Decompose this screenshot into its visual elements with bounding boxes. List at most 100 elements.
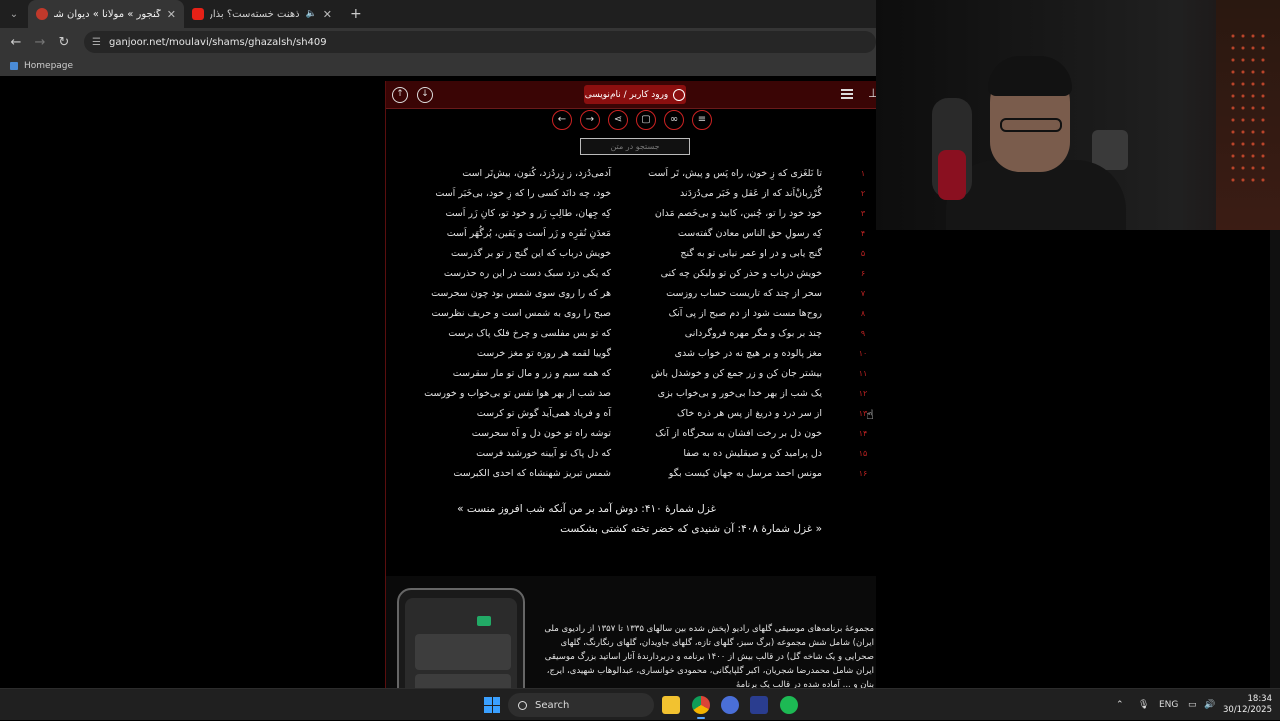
app-icon[interactable] <box>750 696 768 714</box>
new-tab-button[interactable]: + <box>340 6 372 22</box>
close-tab-icon[interactable]: ✕ <box>167 8 176 21</box>
search-icon <box>518 700 527 710</box>
verse-number[interactable]: ۹ <box>856 329 870 338</box>
verse-number[interactable]: ۳ <box>856 209 870 218</box>
poem-toolbar: ← → ⋖ ▢ ∞ ≡ <box>552 110 712 130</box>
show-hidden-icons[interactable]: ⌃ <box>1116 689 1124 721</box>
clock-date: 30/12/2025 <box>1223 705 1272 715</box>
app-icon[interactable] <box>721 696 739 714</box>
tab-ganjoor[interactable]: گنجور » مولانا » دیوان شمس » غز ✕ <box>28 0 184 28</box>
bookmarks-bar: Homepage <box>0 56 876 76</box>
app-card <box>415 674 511 688</box>
share-icon[interactable]: ⋖ <box>608 110 628 130</box>
bookmark-icon <box>10 62 18 70</box>
verse-row[interactable]: ۹ چند بر بوک و مگر مهره فروگردانی که تو بس… <box>386 326 876 346</box>
verse-first-hemistich: مونس احمد مرسل به جهان کیست بگو <box>668 468 822 479</box>
verse-first-hemistich: مغز پالوده و بر هیچ نه در خواب شدی <box>674 348 822 359</box>
verse-second-hemistich: مَعدَنِ نُقرِه و زَر اَست و یَقین، پُرگُ… <box>446 228 611 239</box>
verse-second-hemistich: صد شب از بهر هوا نفس تو بی‌خواب و خورست <box>424 388 611 399</box>
verse-row[interactable]: ۱۳ از سر درد و دریغ از پس هر ذره خاک آه و … <box>386 406 876 426</box>
site-info-icon[interactable]: ☰ <box>92 37 101 48</box>
tab-search-button[interactable]: ⌄ <box>0 0 28 28</box>
christmas-lights <box>1228 30 1268 190</box>
golha-promo-banner[interactable]: مجموعهٔ برنامه‌های موسیقی گلهای رادیو (پ… <box>386 576 876 688</box>
verse-row[interactable]: ۱۲ یک شب از بهر خدا بی‌خور و بی‌خواب بزی ص… <box>386 386 876 406</box>
scrollbar[interactable] <box>1270 230 1280 688</box>
list-icon[interactable]: ≡ <box>692 110 712 130</box>
spotify-icon[interactable] <box>780 696 798 714</box>
verse-row[interactable]: ۲ گُرْزبانْ‌اَند که از عَقل و خَبَر می‌دُ… <box>386 186 876 206</box>
network-icon[interactable]: ▭ <box>1188 689 1197 721</box>
verse-first-hemistich: سحر از چند که تاریست حساب روزست <box>666 288 822 299</box>
clock[interactable]: 18:34 30/12/2025 <box>1222 694 1272 716</box>
verse-row[interactable]: ۳ خود خود را تو، چُنین، کابید و بی‌خَصم م… <box>386 206 876 226</box>
verse-number[interactable]: ۱۲ <box>856 389 870 398</box>
verse-row[interactable]: ۸ روح‌ها مست شود از دم صبح از پی آنک صبح ر… <box>386 306 876 326</box>
back-arrow-icon[interactable]: ← <box>4 35 28 50</box>
verse-first-hemistich: خون دل بر رخت افشان به سحرگاه از آنک <box>655 428 822 439</box>
verse-row[interactable]: ۱۵ دل پرامید کن و صیقلیش ده به صفا که دل پ… <box>386 446 876 466</box>
verse-number[interactable]: ۱۱ <box>856 369 870 378</box>
pin-icon[interactable]: ⊥ <box>868 86 876 100</box>
verse-first-hemistich: تا نَلغَزی که زِ خون، راه پَس و پیش، تَر… <box>648 168 822 179</box>
speaker-icon[interactable]: 🔈 <box>306 9 317 19</box>
verse-number[interactable]: ۱۵ <box>856 449 870 458</box>
chrome-icon[interactable] <box>692 696 710 719</box>
verse-row[interactable]: ۱۱ بیشتر جان کن و زر جمع کن و خوشدل باش که… <box>386 366 876 386</box>
tab-youtube[interactable]: ذهنت خسته‌ست؟ بذار بارون 🔈 ✕ <box>184 0 340 28</box>
verse-row[interactable]: ۶ خویش درباب و حذر کن تو ولیکن چه کنی که ی… <box>386 266 876 286</box>
clock-time: 18:34 <box>1247 694 1273 704</box>
verse-number[interactable]: ۱۴ <box>856 429 870 438</box>
verse-row[interactable]: ۴ کِه رسولِ حق الناس معادن گفته‌ست مَعدَنِ… <box>386 226 876 246</box>
verse-first-hemistich: چند بر بوک و مگر مهره فروگردانی <box>684 328 822 339</box>
verse-row[interactable]: ۱ تا نَلغَزی که زِ خون، راه پَس و پیش، تَ… <box>386 166 876 186</box>
hamburger-menu-icon[interactable] <box>841 89 853 99</box>
volume-icon[interactable]: 🔊 <box>1204 689 1215 721</box>
verse-number[interactable]: ۵ <box>856 249 870 258</box>
verse-number[interactable]: ۲ <box>856 189 870 198</box>
verse-row[interactable]: ۱۰ مغز پالوده و بر هیچ نه در خواب شدی گویی… <box>386 346 876 366</box>
scroll-down-icon[interactable]: ↓ <box>417 87 433 103</box>
verse-first-hemistich: از سر درد و دریغ از پس هر ذره خاک <box>676 408 822 419</box>
verse-number[interactable]: ۱۰ <box>856 349 870 358</box>
verse-second-hemistich: توشه راه تو خون دل و آه سحرست <box>471 428 611 439</box>
next-ghazal-link[interactable]: غزل شمارهٔ ۴۱۰: دوش آمد بر من آنکه شب اف… <box>446 503 716 515</box>
verse-row[interactable]: ۷ سحر از چند که تاریست حساب روزست هر که را… <box>386 286 876 306</box>
verse-number[interactable]: ۸ <box>856 309 870 318</box>
address-bar[interactable]: ☰ ganjoor.net/moulavi/shams/ghazalsh/sh4… <box>84 31 876 53</box>
verse-number[interactable]: ۱ <box>856 169 870 178</box>
windows-taskbar: Search ⌃ 🎙 ENG ▭ 🔊 18:34 30/12/2025 <box>0 688 1280 720</box>
verse-number[interactable]: ۱۶ <box>856 469 870 478</box>
microphone-icon[interactable]: 🎙 <box>1138 689 1149 721</box>
verse-row[interactable]: ۱۶ مونس احمد مرسل به جهان کیست بگو شمس تبر… <box>386 466 876 486</box>
next-poem-icon[interactable]: → <box>580 110 600 130</box>
close-tab-icon[interactable]: ✕ <box>323 8 332 21</box>
verse-number[interactable]: ۷ <box>856 289 870 298</box>
ganjoor-favicon-icon <box>36 8 48 20</box>
verse-number[interactable]: ۴ <box>856 229 870 238</box>
previous-ghazal-link[interactable]: « غزل شمارهٔ ۴۰۸: آن شنیدی که خضر تخته ک… <box>526 523 822 535</box>
verse-second-hemistich: صبح را روی به شمس است و حریف نظرست <box>431 308 611 319</box>
verse-number[interactable]: ۶ <box>856 269 870 278</box>
taskbar-search[interactable]: Search <box>508 693 654 717</box>
language-indicator[interactable]: ENG <box>1159 689 1178 721</box>
scroll-up-icon[interactable]: ↑ <box>392 87 408 103</box>
verse-second-hemistich: که دل پاک تو آیینه خورشید فرست <box>476 448 611 459</box>
verse-second-hemistich: که یکی دزد سبک دست در این ره حذرست <box>443 268 611 279</box>
bookmark-homepage[interactable]: Homepage <box>24 61 73 71</box>
login-button[interactable]: ورود کاربر / نام‌نویسی <box>584 85 686 104</box>
search-in-text-input[interactable]: جستجو در متن <box>580 138 690 155</box>
file-explorer-icon[interactable] <box>662 696 680 714</box>
verse-row[interactable]: ۵ گنج یابی و در او عمر نیابی تو به گنج خوی… <box>386 246 876 266</box>
forward-arrow-icon[interactable]: → <box>28 35 52 50</box>
site-header: ↑ ↓ ورود کاربر / نام‌نویسی ⊥ <box>386 81 876 109</box>
copy-icon[interactable]: ▢ <box>636 110 656 130</box>
reload-icon[interactable]: ↻ <box>52 35 76 50</box>
previous-poem-icon[interactable]: ← <box>552 110 572 130</box>
start-button-icon[interactable] <box>484 697 500 713</box>
verse-row[interactable]: ۱۴ خون دل بر رخت افشان به سحرگاه از آنک تو… <box>386 426 876 446</box>
url-text: ganjoor.net/moulavi/shams/ghazalsh/sh409 <box>108 36 327 48</box>
link-icon[interactable]: ∞ <box>664 110 684 130</box>
verse-first-hemistich: گنج یابی و در او عمر نیابی تو به گنج <box>680 248 822 259</box>
mouse-pointer-icon: ☝ <box>866 408 874 423</box>
